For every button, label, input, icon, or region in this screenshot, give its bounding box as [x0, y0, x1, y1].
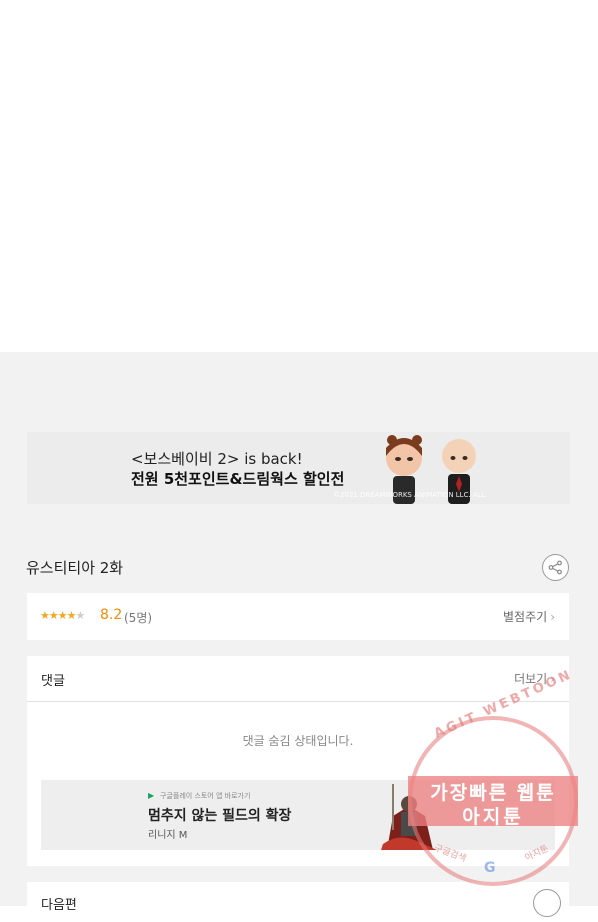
rate-label: 별점주기 [503, 610, 548, 624]
rate-button[interactable]: 별점주기 › [503, 608, 555, 625]
star-icon: ★ [57, 609, 68, 622]
share-icon [548, 560, 562, 575]
chevron-right-icon: › [550, 610, 555, 624]
star-empty-icon: ★ [75, 609, 86, 622]
comments-card: 댓글 더보기 › 댓글 숨김 상태입니다. ▶ 구글플레이 스토어 앱 바로가기 … [27, 656, 569, 866]
knight-illustration [381, 784, 437, 850]
ad-brand: 리니지 M [148, 830, 188, 841]
next-episode-icon[interactable] [533, 889, 561, 917]
game-ad[interactable]: ▶ 구글플레이 스토어 앱 바로가기 멈추지 않는 필드의 확장 리니지 M [41, 780, 555, 850]
star-rating: ★★★★★ [40, 609, 86, 622]
rating-card: ★★★★★ 8.2 (5명) 별점주기 › [27, 593, 569, 640]
star-icon: ★ [66, 609, 77, 622]
banner-ad-line2: 전원 5천포인트&드림웍스 할인전 [131, 470, 345, 488]
banner-ad-line1: <보스베이비 2> is back! [131, 450, 303, 468]
share-button[interactable] [542, 554, 569, 581]
play-store-icon: ▶ [148, 791, 155, 800]
webtoon-image-area [0, 0, 598, 352]
more-comments-button[interactable]: 더보기 › [514, 670, 555, 687]
rating-score: 8.2 [100, 607, 123, 623]
chevron-right-icon: › [550, 672, 555, 686]
episode-title: 유스티티아 2화 [26, 559, 124, 577]
star-icon: ★ [40, 609, 50, 622]
ad-headline: 멈추지 않는 필드의 확장 [148, 808, 292, 824]
comments-header: 댓글 더보기 › [27, 656, 569, 702]
banner-ad[interactable]: <보스베이비 2> is back! 전원 5천포인트&드림웍스 할인전 ©20… [27, 432, 570, 504]
comments-hidden-message: 댓글 숨김 상태입니다. [242, 734, 354, 748]
comments-title: 댓글 [41, 674, 65, 689]
next-episode-title: 다음편 [41, 898, 77, 913]
rating-count: (5명) [124, 611, 153, 625]
star-icon: ★ [48, 609, 59, 622]
ad-store-link-text: 구글플레이 스토어 앱 바로가기 [160, 792, 251, 800]
next-episode-card[interactable]: 다음편 [27, 882, 569, 922]
more-label: 더보기 [514, 672, 548, 686]
banner-copyright: ©2021 DREAMWORKS ANIMATION LLC. ALL [333, 491, 486, 499]
